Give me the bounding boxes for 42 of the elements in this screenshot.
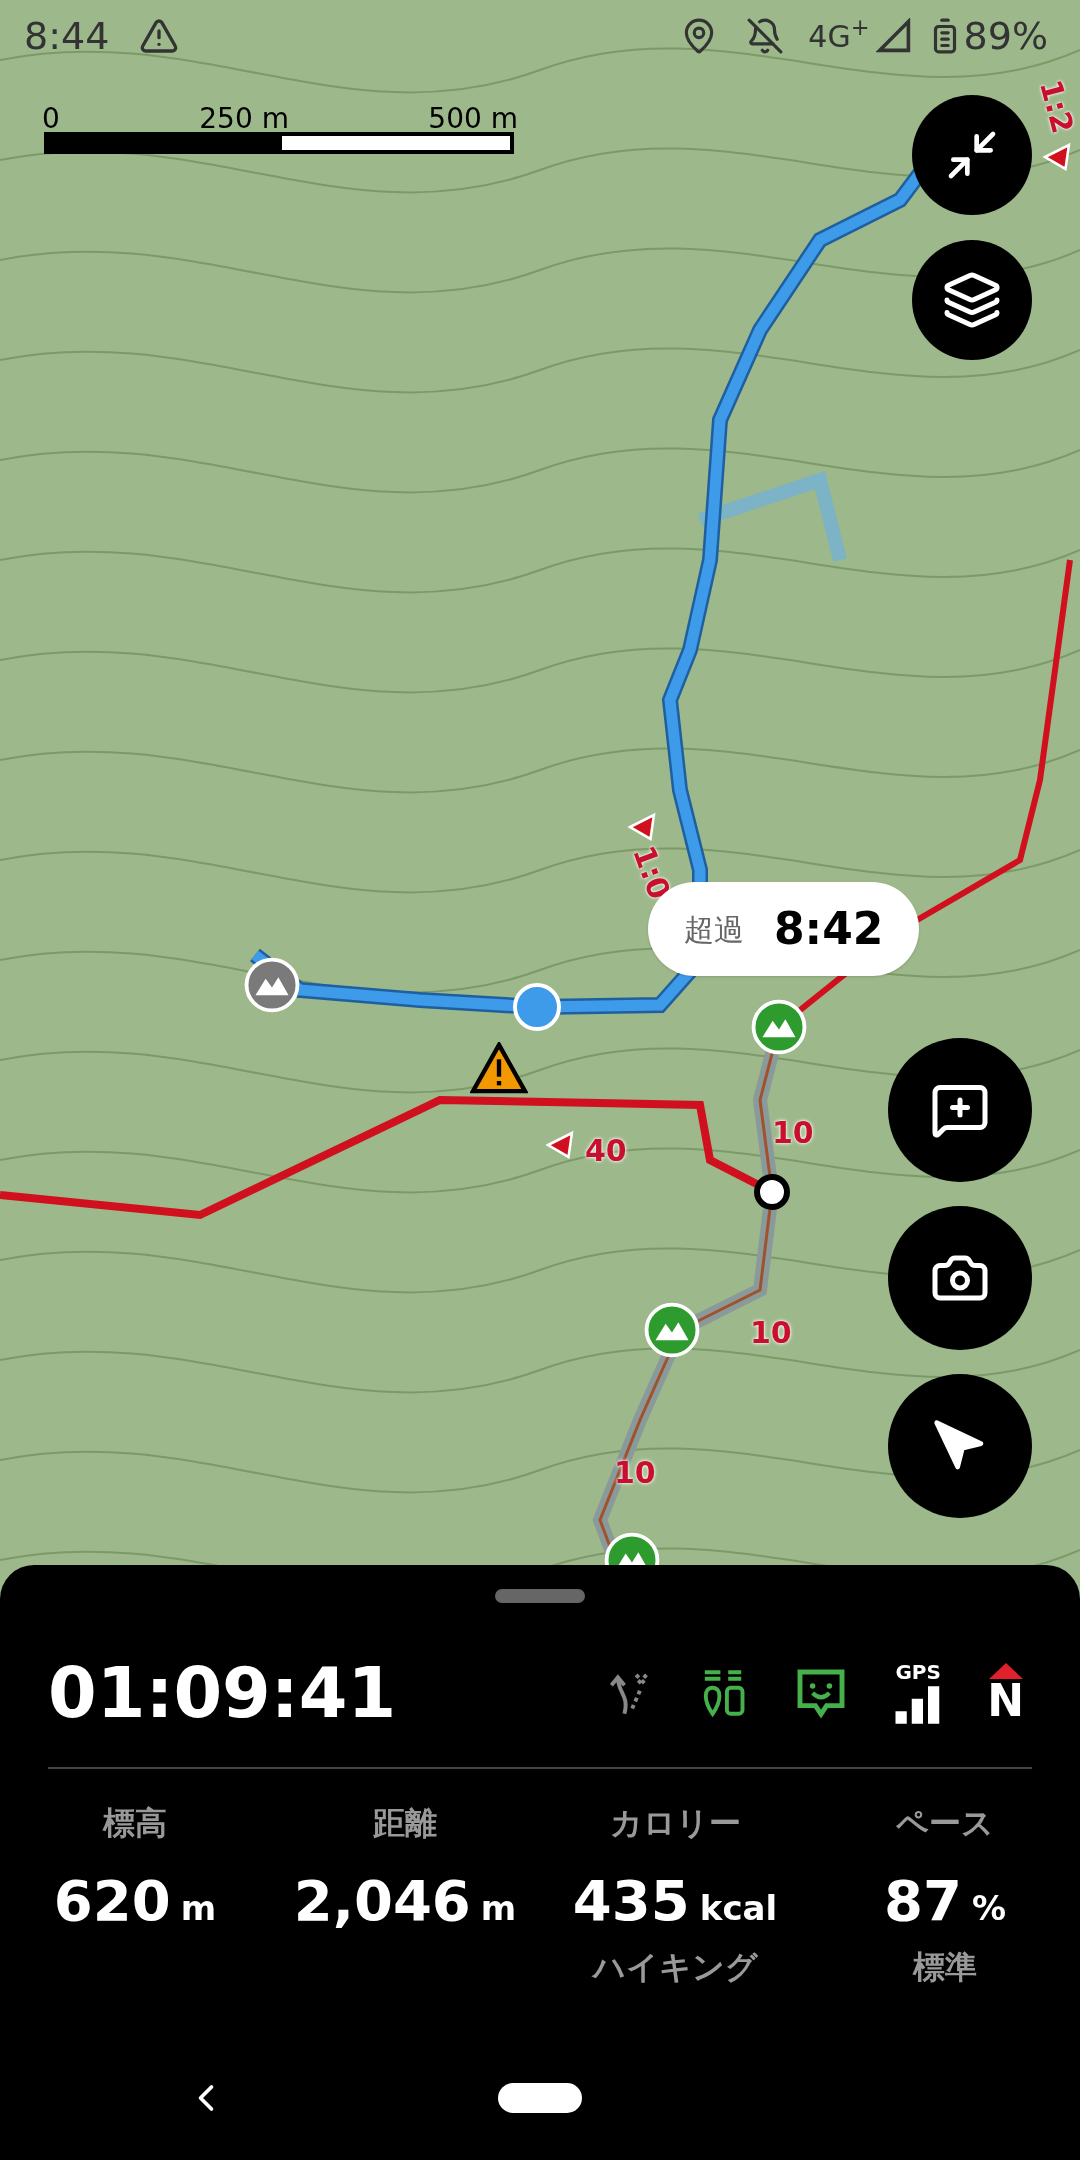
warning-icon <box>139 16 180 56</box>
route-time-label: 1:0 <box>625 840 679 906</box>
route-time-label: 40 <box>585 1132 627 1170</box>
bell-off-icon <box>746 17 785 55</box>
network-text: 4G$^{+}$ <box>808 13 870 56</box>
home-pill[interactable] <box>498 2083 582 2113</box>
stat-label: カロリー <box>609 1803 741 1844</box>
route-time-label: 1:2 <box>1032 75 1080 139</box>
route-time-label: 10 <box>750 1314 792 1352</box>
stat-unit: % <box>971 1887 1006 1930</box>
stat-label: ペース <box>896 1803 994 1844</box>
mountain-marker-icon[interactable] <box>244 957 300 1013</box>
signal-icon <box>875 18 912 54</box>
stat-unit: kcal <box>699 1887 778 1930</box>
stat-value: 435 <box>572 1867 690 1935</box>
layers-icon <box>942 270 1002 330</box>
battery-text: 89% <box>963 12 1048 60</box>
stat-value: 87 <box>884 1867 962 1935</box>
mountain-marker-icon[interactable] <box>751 999 807 1055</box>
north-pointer-icon <box>988 1663 1023 1679</box>
stat-subtitle: 標準 <box>913 1947 977 1988</box>
stat-label: 標高 <box>103 1803 167 1844</box>
stat-value: 2,046 <box>293 1867 471 1935</box>
warning-icon <box>470 1042 528 1094</box>
stat-label: 距離 <box>373 1803 437 1844</box>
scale-label: 500 m <box>428 101 518 137</box>
compass-label: N <box>987 1679 1024 1723</box>
drag-handle[interactable] <box>495 1589 585 1603</box>
stat-subtitle: ハイキング <box>592 1947 758 1988</box>
stat-unit: m <box>180 1887 217 1930</box>
route-time-label: 10 <box>614 1454 656 1492</box>
route-time-label: 10 <box>772 1114 814 1152</box>
scale-label: 0 <box>42 101 60 137</box>
clock-text: 8:44 <box>24 12 110 60</box>
mountain-marker-icon[interactable] <box>644 1302 700 1358</box>
gps-label: GPS <box>895 1662 941 1682</box>
callout-label: 超過 <box>684 910 744 949</box>
stat-unit: m <box>480 1887 517 1930</box>
stat-value: 620 <box>53 1867 171 1935</box>
callout-time: 8:42 <box>774 902 884 956</box>
elapsed-time: 01:09:41 <box>48 1650 398 1736</box>
scale-label: 250 m <box>199 101 289 137</box>
